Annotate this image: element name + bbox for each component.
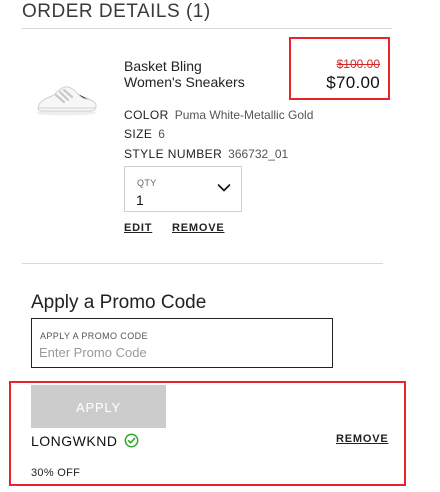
sale-price: $70.00 [326, 73, 380, 92]
applied-promo-code: LONGWKND [31, 433, 118, 449]
remove-promo-link[interactable]: REMOVE [336, 433, 388, 445]
size-label: SIZE [124, 127, 153, 141]
chevron-down-icon [217, 184, 231, 192]
promo-code-input[interactable] [39, 343, 319, 361]
style-number-label: STYLE NUMBER [124, 147, 223, 161]
product-image[interactable] [34, 82, 98, 116]
product-name[interactable]: Basket Bling Women's Sneakers [124, 58, 294, 90]
divider [22, 263, 383, 264]
edit-item-link[interactable]: EDIT [124, 222, 152, 234]
quantity-select[interactable]: QTY 1 [124, 166, 242, 212]
promo-code-label: APPLY A PROMO CODE [40, 331, 148, 341]
style-number-value: 366732_01 [228, 147, 289, 161]
promo-code-field[interactable]: APPLY A PROMO CODE [31, 318, 333, 368]
price-highlight: $100.00 $70.00 [289, 37, 390, 100]
apply-promo-button[interactable]: APPLY [31, 385, 166, 428]
original-price: $100.00 [336, 57, 380, 71]
quantity-value: 1 [136, 192, 144, 208]
size-attribute: SIZE 6 [124, 127, 165, 141]
style-number-attribute: STYLE NUMBER 366732_01 [124, 147, 288, 161]
color-value: Puma White-Metallic Gold [174, 108, 314, 122]
remove-item-link[interactable]: REMOVE [172, 222, 224, 234]
promo-discount: 30% OFF [31, 467, 81, 479]
product-name-line2: Women's Sneakers [124, 74, 245, 90]
divider [22, 28, 392, 29]
product-name-line1: Basket Bling [124, 58, 202, 74]
check-circle-icon [124, 433, 139, 448]
promo-code-heading: Apply a Promo Code [31, 292, 207, 313]
quantity-label: QTY [137, 178, 157, 188]
color-label: COLOR [124, 108, 169, 122]
color-attribute: COLOR Puma White-Metallic Gold [124, 108, 313, 122]
order-details-title: ORDER DETAILS (1) [22, 1, 211, 22]
size-value: 6 [158, 127, 165, 141]
